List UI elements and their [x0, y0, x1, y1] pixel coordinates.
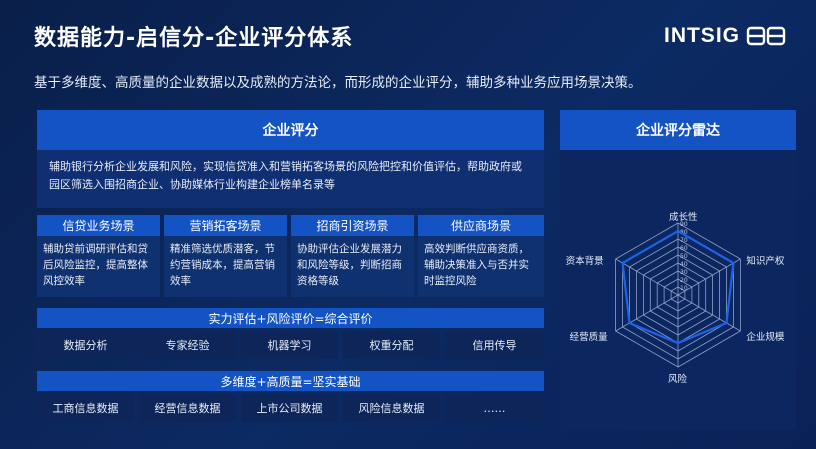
- radar-axis-label: 成长性: [669, 212, 698, 223]
- scenario-title: 营销拓客场景: [164, 215, 287, 236]
- radar-spoke: [615, 294, 679, 332]
- page-title: 数据能力-启信分-企业评分体系: [34, 26, 354, 51]
- radar-axis-label: 风险: [668, 374, 688, 385]
- radar-tick-label: 50: [680, 253, 688, 260]
- radar-axis-label: 资本背景: [565, 256, 604, 267]
- foundation-item: 经营信息数据: [139, 394, 236, 422]
- foundation-item: 工商信息数据: [37, 394, 134, 422]
- foundation-item: 上市公司数据: [241, 394, 338, 422]
- scenario-title: 信贷业务场景: [37, 215, 160, 236]
- score-panel: 企业评分 辅助银行分析企业发展和风险，实现信贷准入和营销拓客场景的风险把控和价值…: [37, 110, 544, 208]
- radar-tick-label: 10: [680, 285, 688, 292]
- method-bar: 实力评估+风险评价=综合评价: [37, 308, 544, 328]
- radar-axis-label: 企业规模: [746, 332, 785, 343]
- scenario-desc: 精准筛选优质潜客，节约营销成本，提高营销效率: [170, 243, 275, 287]
- logo-text: INTSIG: [663, 24, 740, 47]
- scenario-card-marketing: 营销拓客场景 精准筛选优质潜客，节约营销成本，提高营销效率: [164, 215, 287, 297]
- radar-title: 企业评分雷达: [560, 110, 796, 150]
- brand-logo: INTSIG: [664, 24, 786, 48]
- method-item: 数据分析: [37, 331, 134, 359]
- radar-axis-label: 经营质量: [569, 332, 608, 343]
- scenario-desc: 辅助贷前调研评估和贷后风险监控，提高整体风控效率: [43, 243, 148, 287]
- radar-tick-label: 70: [680, 237, 688, 244]
- scenario-card-credit: 信贷业务场景 辅助贷前调研评估和贷后风险监控，提高整体风控效率: [37, 215, 160, 297]
- scenario-desc: 协助评估企业发展潜力和风险等级，判断招商资格等级: [297, 243, 402, 287]
- radar-panel: 企业评分雷达 10 20 30 40 50 60 70 80 90 成长性知识产权企业规模风险 经…: [560, 110, 796, 430]
- radar-axis-label: 知识产权: [746, 256, 785, 267]
- scenario-card-investment: 招商引资场景 协助评估企业发展潜力和风险等级，判断招商资格等级: [291, 215, 414, 297]
- radar-chart: 102030405060708090: [615, 221, 741, 368]
- radar-spoke: [677, 294, 741, 332]
- score-panel-title: 企业评分: [37, 110, 544, 150]
- score-panel-desc: 辅助银行分析企业发展和风险，实现信贷准入和营销拓客场景的风险把控和价值评估，帮助…: [49, 160, 522, 191]
- foundation-item: ……: [445, 394, 544, 422]
- scenario-title: 招商引资场景: [291, 215, 414, 236]
- method-item: 专家经验: [139, 331, 236, 359]
- intsig-logo-icon: [746, 26, 786, 46]
- radar-tick-label: 60: [680, 245, 688, 252]
- method-item: 信用传导: [445, 331, 544, 359]
- radar-tick-label: 20: [680, 277, 688, 284]
- foundation-item: 风险信息数据: [343, 394, 440, 422]
- method-item: 机器学习: [241, 331, 338, 359]
- page-subtitle: 基于多维度、高质量的企业数据以及成熟的方法论，而形成的企业评分，辅助多种业务应用…: [34, 75, 642, 91]
- scenario-card-supplier: 供应商场景 高效判断供应商资质，辅助决策准入与否并实时监控风险: [418, 215, 544, 297]
- scenario-desc: 高效判断供应商资质，辅助决策准入与否并实时监控风险: [424, 243, 529, 287]
- method-item: 权重分配: [343, 331, 440, 359]
- foundation-bar: 多维度+高质量=坚实基础: [37, 371, 544, 391]
- radar-tick-label: 40: [680, 261, 688, 268]
- scenario-title: 供应商场景: [418, 215, 544, 236]
- radar-tick-label: 30: [680, 269, 688, 276]
